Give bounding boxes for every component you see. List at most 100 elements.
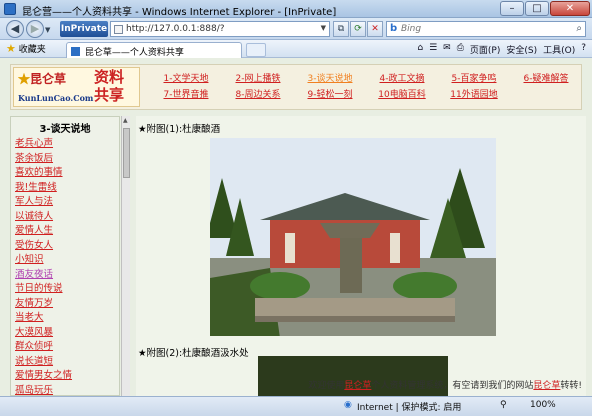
- zone-status[interactable]: Internet | 保护模式: 启用: [357, 400, 461, 413]
- sidebar-item-visited[interactable]: 酒友夜话: [15, 266, 72, 281]
- logo-slogan-1: 资料: [94, 68, 125, 86]
- sidebar-scrollbar[interactable]: ▲: [121, 116, 130, 396]
- favorites-label: 收藏夹: [18, 45, 46, 55]
- sidebar-item[interactable]: 以诚待人: [15, 208, 72, 223]
- scrollbar-thumb[interactable]: [123, 128, 130, 178]
- search-box[interactable]: b ⌕: [386, 21, 586, 37]
- sidebar-item[interactable]: 友情万岁: [15, 295, 72, 310]
- nav-link[interactable]: 1-文学天地: [151, 71, 221, 84]
- footer-text-3: 转转!: [560, 381, 582, 391]
- footer-link-2[interactable]: 昆仑草: [533, 381, 560, 391]
- nav-link[interactable]: 8-周边关系: [223, 87, 293, 100]
- photo-illustration: [210, 138, 496, 336]
- logo-cn: 昆仑草: [30, 72, 67, 86]
- ie-app-icon: [4, 3, 16, 15]
- tab-title: 昆仑草——个人资料共享: [84, 48, 184, 58]
- status-bar: ◉ Internet | 保护模式: 启用 ⚲ 100%: [0, 396, 592, 416]
- chevron-down-icon[interactable]: ▼: [321, 24, 326, 32]
- bing-logo-icon: b: [390, 23, 398, 34]
- maximize-button[interactable]: □: [525, 1, 549, 16]
- sidebar-item[interactable]: 说长道短: [15, 353, 72, 368]
- logo-slogan: 资料 共享: [94, 68, 124, 104]
- globe-icon: ◉: [344, 400, 352, 410]
- compatibility-view-icon[interactable]: ⧉: [333, 21, 349, 37]
- sidebar-item[interactable]: 受伤女人: [15, 237, 72, 252]
- nav-link[interactable]: 10电脑百科: [367, 87, 437, 100]
- feeds-icon[interactable]: ☰: [429, 43, 437, 56]
- sidebar-item[interactable]: 爱情人生: [15, 222, 72, 237]
- forward-button[interactable]: ▶: [26, 20, 44, 38]
- logo-brand: ★昆仑草: [18, 70, 66, 87]
- tools-menu[interactable]: 工具(O): [543, 43, 575, 56]
- refresh-icon[interactable]: ⟳: [350, 21, 366, 37]
- sidebar-item[interactable]: 我!生雷线: [15, 179, 72, 194]
- site-logo[interactable]: ★昆仑草 资料 共享 KunLunCao.Com: [13, 67, 140, 107]
- stop-icon[interactable]: ✕: [367, 21, 383, 37]
- search-icon[interactable]: ⌕: [576, 23, 582, 34]
- title-bar: 昆仑营——个人资料共享 - Windows Internet Explorer …: [0, 0, 592, 18]
- new-tab-button[interactable]: [246, 43, 266, 57]
- recent-pages-dropdown-icon[interactable]: ▼: [45, 26, 50, 34]
- logo-domain: KunLunCao.Com: [18, 93, 94, 103]
- nav-link[interactable]: 4-政工文摘: [367, 71, 437, 84]
- address-field[interactable]: http://127.0.0.1:888/? ▼: [110, 21, 330, 37]
- zoom-level[interactable]: 100%: [530, 400, 556, 410]
- star-icon: ★: [6, 42, 16, 55]
- address-bar-row: ◀ ▶ ▼ InPrivate http://127.0.0.1:888/? ▼…: [0, 18, 592, 40]
- search-input[interactable]: [401, 23, 569, 35]
- sidebar-item[interactable]: 孤岛玩乐: [15, 382, 72, 397]
- favorites-button[interactable]: ★ 收藏夹: [6, 42, 46, 56]
- command-bar: ★ 收藏夹 昆仑草——个人资料共享 ⌂ ☰ ✉ ⎙ 页面(P) 安全(S) 工具…: [0, 40, 592, 58]
- sidebar-item[interactable]: 当老大: [15, 309, 72, 324]
- close-button[interactable]: ✕: [550, 1, 590, 16]
- mail-icon[interactable]: ✉: [443, 43, 451, 56]
- minimize-button[interactable]: –: [500, 1, 524, 16]
- inprivate-badge: InPrivate: [60, 21, 108, 37]
- sidebar-item[interactable]: 群众侦呼: [15, 338, 72, 353]
- nav-link[interactable]: 6-疑难解答: [511, 71, 581, 84]
- zoom-icon[interactable]: ⚲: [500, 400, 507, 410]
- nav-link[interactable]: 9-轻松一刻: [295, 87, 365, 100]
- home-icon[interactable]: ⌂: [417, 43, 423, 56]
- logo-slogan-2: 共享: [94, 86, 125, 104]
- back-button[interactable]: ◀: [6, 20, 24, 38]
- main-content: ★附图(1):杜康酿酒 ★附图(2):杜康酿酒汲水处: [136, 116, 586, 396]
- sidebar-list: 老兵心声 茶余饭后 喜欢的事情 我!生雷线 军人与法 以诚待人 爱情人生 受伤女…: [15, 135, 72, 396]
- site-header: ★昆仑草 资料 共享 KunLunCao.Com 1-文学天地 2-网上播铁 3-…: [10, 64, 582, 110]
- command-items: ⌂ ☰ ✉ ⎙ 页面(P) 安全(S) 工具(O) ?: [417, 43, 586, 56]
- sidebar-item[interactable]: 爱情男女之情: [15, 367, 72, 382]
- sidebar: 3-谈天说地 老兵心声 茶余饭后 喜欢的事情 我!生雷线 军人与法 以诚待人 爱…: [10, 116, 120, 396]
- browser-tab[interactable]: 昆仑草——个人资料共享: [66, 42, 242, 58]
- page-menu[interactable]: 页面(P): [470, 43, 500, 56]
- tab-page-icon: [71, 47, 80, 56]
- figure-caption-2: ★附图(2):杜康酿酒汲水处: [138, 348, 249, 359]
- window-title: 昆仑营——个人资料共享 - Windows Internet Explorer …: [22, 7, 337, 18]
- web-page: ★昆仑草 资料 共享 KunLunCao.Com 1-文学天地 2-网上播铁 3-…: [0, 58, 592, 396]
- sidebar-item[interactable]: 节日的传说: [15, 280, 72, 295]
- sidebar-title: 3-谈天说地: [39, 124, 91, 135]
- sidebar-item[interactable]: 茶余饭后: [15, 150, 72, 165]
- page-icon: [114, 25, 123, 34]
- window-controls: – □ ✕: [500, 1, 590, 16]
- sidebar-item[interactable]: 大漠风暴: [15, 324, 72, 339]
- safety-menu[interactable]: 安全(S): [506, 43, 537, 56]
- sidebar-item[interactable]: 军人与法: [15, 193, 72, 208]
- footer-text-2: 个人资料管理系统，有空请到我们的网站: [371, 381, 534, 391]
- top-nav: 1-文学天地 2-网上播铁 3-谈天说地 4-政工文摘 5-百家争鸣 6-疑难解…: [151, 68, 579, 106]
- print-icon[interactable]: ⎙: [457, 43, 464, 56]
- figure-caption-1: ★附图(1):杜康酿酒: [138, 124, 221, 135]
- nav-link[interactable]: 2-网上播铁: [223, 71, 293, 84]
- help-menu[interactable]: ?: [581, 43, 586, 56]
- url-text[interactable]: http://127.0.0.1:888/?: [126, 24, 225, 34]
- sidebar-item[interactable]: 小知识: [15, 251, 72, 266]
- nav-link[interactable]: 7-世界音推: [151, 87, 221, 100]
- nav-link[interactable]: 5-百家争鸣: [439, 71, 509, 84]
- scroll-up-icon[interactable]: ▲: [123, 117, 128, 124]
- nav-link[interactable]: 11外语园地: [439, 87, 509, 100]
- star-badge-icon: ★: [18, 72, 31, 86]
- nav-link-active[interactable]: 3-谈天说地: [295, 71, 365, 84]
- sidebar-item[interactable]: 老兵心声: [15, 135, 72, 150]
- sidebar-item[interactable]: 喜欢的事情: [15, 164, 72, 179]
- footer-link-1[interactable]: 昆仑草: [344, 381, 371, 391]
- photo-dukang-brewery: [210, 138, 496, 336]
